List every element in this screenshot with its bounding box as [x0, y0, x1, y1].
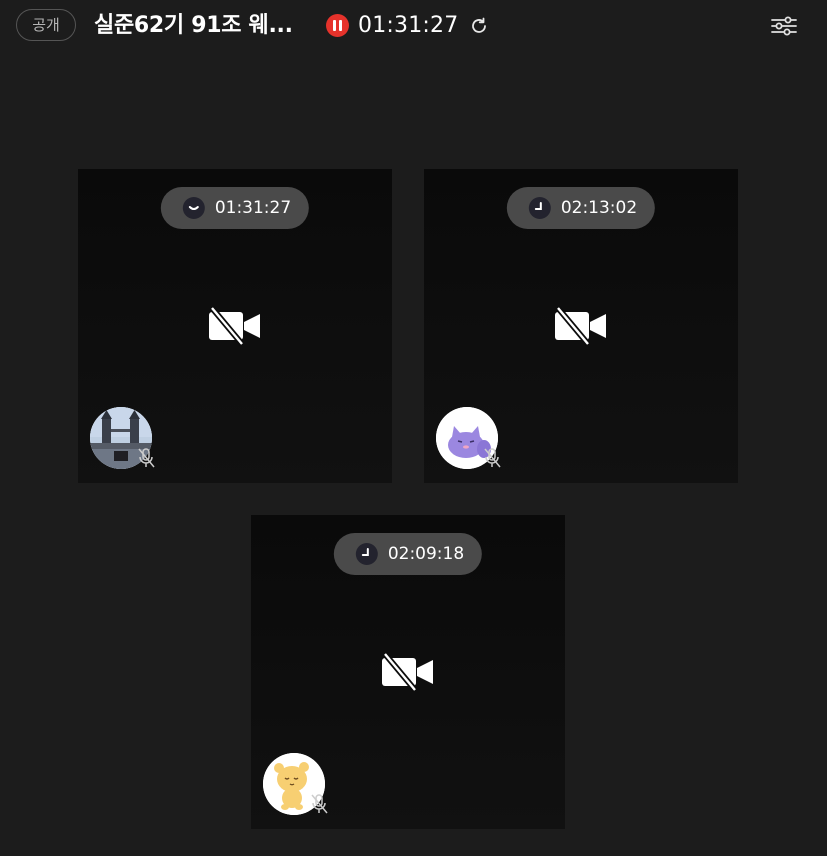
session-timer: 01:31:27: [358, 13, 459, 38]
participant-tile[interactable]: 02:09:18: [251, 515, 565, 829]
participant-tile[interactable]: 02:13:02: [424, 169, 738, 483]
mic-off-icon: [311, 794, 328, 814]
clock-icon: [528, 197, 551, 219]
participant-timer: 02:13:02: [560, 198, 638, 218]
sliders-icon[interactable]: [770, 14, 798, 38]
clock-icon: [182, 197, 205, 219]
participant-timer-badge: 02:09:18: [333, 533, 483, 575]
refresh-icon[interactable]: [468, 15, 490, 37]
participant-timer: 01:31:27: [214, 198, 292, 218]
video-off-icon: [382, 652, 433, 692]
mic-off-icon: [484, 448, 501, 468]
participant-tile[interactable]: 01:31:27: [78, 169, 392, 483]
top-bar: 공개 실준62기 91조 웨... 01:31:27: [0, 0, 827, 54]
clock-icon: [355, 543, 378, 565]
participant-timer: 02:09:18: [387, 544, 465, 564]
video-off-icon: [555, 306, 606, 346]
participant-timer-badge: 01:31:27: [160, 187, 310, 229]
recording-pause-button[interactable]: [326, 14, 349, 37]
mic-off-icon: [138, 448, 155, 468]
participant-timer-badge: 02:13:02: [506, 187, 656, 229]
public-badge[interactable]: 공개: [16, 9, 76, 41]
room-title: 실준62기 91조 웨...: [94, 13, 293, 38]
video-off-icon: [209, 306, 260, 346]
